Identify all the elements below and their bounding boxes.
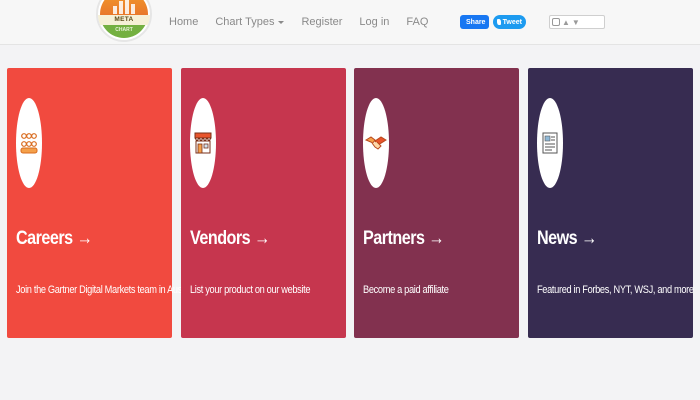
handshake-icon (365, 136, 387, 150)
card-title[interactable]: Vendors → (190, 228, 270, 250)
card-title[interactable]: Partners → (363, 228, 445, 250)
twitter-bird-icon (497, 19, 501, 25)
card-vendors[interactable]: Vendors → List your product on our websi… (181, 68, 346, 338)
logo-text: META (98, 15, 150, 25)
card-description: Featured in Forbes, NYT, WSJ, and more (537, 284, 694, 296)
upvote-arrow-icon[interactable]: ▲ (562, 18, 570, 27)
card-partners[interactable]: Partners → Become a paid affiliate (354, 68, 519, 338)
nav-register[interactable]: Register (301, 16, 342, 28)
vote-widget[interactable]: ▲ ▼ (549, 15, 605, 29)
card-description: Become a paid affiliate (363, 284, 449, 296)
vote-checkbox-icon (552, 18, 560, 26)
card-news[interactable]: News → Featured in Forbes, NYT, WSJ, and… (528, 68, 694, 338)
logo[interactable]: META CHART (96, 0, 152, 42)
people-icon (20, 133, 38, 154)
tweet-label: Tweet (502, 18, 522, 26)
card-description: List your product on our website (190, 284, 311, 296)
storefront-icon (194, 132, 212, 154)
nav-log-in[interactable]: Log in (359, 16, 389, 28)
header: META CHART Home Chart Types Register Log… (0, 0, 700, 45)
logo-subtext: CHART (115, 27, 133, 33)
facebook-share-button[interactable]: Share (460, 15, 489, 29)
card-title[interactable]: Careers → (16, 228, 93, 250)
card-description: Join the Gartner Digital Markets team in… (16, 284, 193, 296)
card-title[interactable]: News → (537, 228, 597, 250)
newspaper-icon (542, 132, 558, 154)
caret-down-icon (278, 20, 285, 24)
downvote-arrow-icon[interactable]: ▼ (572, 18, 580, 27)
nav-home[interactable]: Home (169, 16, 198, 28)
card-careers[interactable]: Careers → Join the Gartner Digital Marke… (7, 68, 193, 338)
main-nav: Home Chart Types Register Log in FAQ (169, 16, 445, 28)
nav-faq[interactable]: FAQ (406, 16, 428, 28)
nav-chart-types-label: Chart Types (215, 16, 275, 28)
share-label: Share (466, 18, 486, 26)
nav-chart-types[interactable]: Chart Types (215, 16, 285, 28)
tweet-button[interactable]: Tweet (493, 15, 526, 29)
